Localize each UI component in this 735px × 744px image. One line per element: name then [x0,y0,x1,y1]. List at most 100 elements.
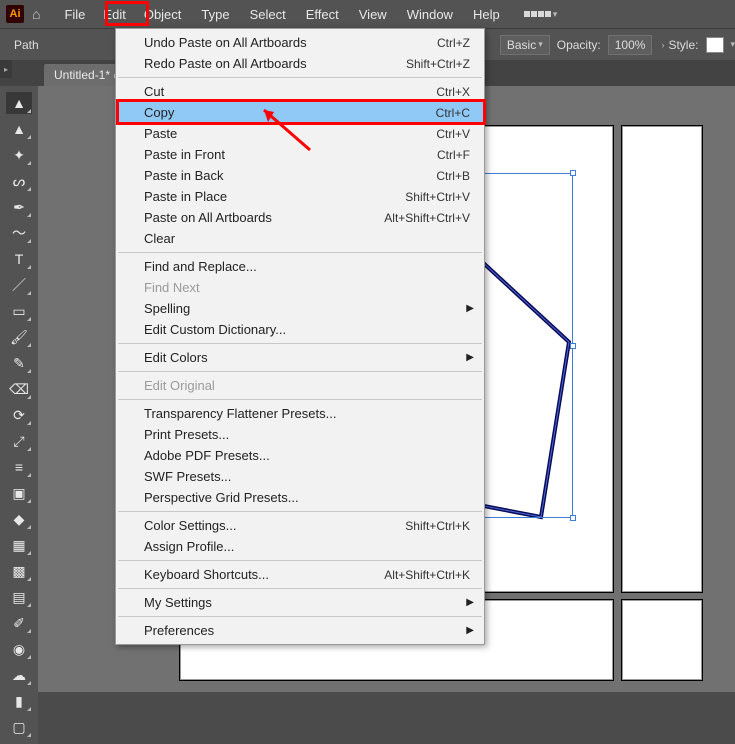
type-tool[interactable]: T [6,248,32,270]
width-tool[interactable]: ≡ [6,456,32,478]
menu-item-my-settings[interactable]: My Settings▶ [116,592,484,613]
menu-item-color-settings[interactable]: Color Settings...Shift+Ctrl+K [116,515,484,536]
selection-tool[interactable]: ▲ [6,92,32,114]
menu-view[interactable]: View [349,3,397,26]
menu-item-shortcut: Shift+Ctrl+Z [406,57,470,71]
rotate-tool[interactable]: ⟳ [6,404,32,426]
menu-item-shortcut: Ctrl+Z [437,36,470,50]
style-label: Style: [668,38,698,52]
menu-item-undo-paste-on-all-artboards[interactable]: Undo Paste on All ArtboardsCtrl+Z [116,32,484,53]
menu-item-find-and-replace[interactable]: Find and Replace... [116,256,484,277]
menu-item-redo-paste-on-all-artboards[interactable]: Redo Paste on All ArtboardsShift+Ctrl+Z [116,53,484,74]
menu-item-adobe-pdf-presets[interactable]: Adobe PDF Presets... [116,445,484,466]
menu-item-label: Paste in Front [144,147,437,162]
opacity-input[interactable]: 100% [608,35,653,55]
gradient-tool[interactable]: ▤ [6,586,32,608]
line-tool[interactable]: ／ [6,274,32,296]
brush-combo[interactable]: Basic▾ [500,35,550,55]
menu-item-clear[interactable]: Clear [116,228,484,249]
menu-separator [118,399,482,400]
menu-type[interactable]: Type [191,3,239,26]
submenu-arrow-icon: ▶ [466,352,474,363]
menu-item-shortcut: Ctrl+C [436,106,470,120]
paintbrush-tool[interactable]: 🖌 [6,326,32,348]
lasso-tool[interactable]: ᔕ [6,170,32,192]
menu-item-paste-in-front[interactable]: Paste in FrontCtrl+F [116,144,484,165]
edit-menu-dropdown: Undo Paste on All ArtboardsCtrl+ZRedo Pa… [115,28,485,645]
eraser-tool[interactable]: ⌫ [6,378,32,400]
menu-item-preferences[interactable]: Preferences▶ [116,620,484,641]
panel-expand-icon[interactable]: ▸ [0,60,12,78]
menu-item-edit-colors[interactable]: Edit Colors▶ [116,347,484,368]
submenu-arrow-icon: ▶ [466,625,474,636]
menu-item-copy[interactable]: CopyCtrl+C [116,102,484,123]
resize-handle[interactable] [570,343,576,349]
menu-item-label: Paste in Back [144,168,436,183]
submenu-arrow-icon: ▶ [466,597,474,608]
artboard[interactable] [622,600,702,680]
eyedropper-tool[interactable]: ✐ [6,612,32,634]
direct-selection-tool[interactable]: ▲ [6,118,32,140]
shaper-tool[interactable]: ✎ [6,352,32,374]
rectangle-tool[interactable]: ▭ [6,300,32,322]
scale-tool[interactable]: ⤢ [6,430,32,452]
menu-item-label: Find and Replace... [144,259,470,274]
menu-object[interactable]: Object [134,3,192,26]
menu-separator [118,343,482,344]
menu-item-label: Spelling [144,301,470,316]
menu-help[interactable]: Help [463,3,510,26]
artboard-tool[interactable]: ▢ [6,716,32,738]
artboard[interactable] [622,126,702,592]
menu-item-perspective-grid-presets[interactable]: Perspective Grid Presets... [116,487,484,508]
menu-effect[interactable]: Effect [296,3,349,26]
home-icon[interactable]: ⌂ [32,6,40,22]
menu-item-label: Undo Paste on All Artboards [144,35,437,50]
menu-edit[interactable]: Edit [95,3,133,26]
menu-separator [118,371,482,372]
menu-item-label: Preferences [144,623,470,638]
menu-item-label: SWF Presets... [144,469,470,484]
menu-item-print-presets[interactable]: Print Presets... [116,424,484,445]
menu-item-label: Keyboard Shortcuts... [144,567,384,582]
menu-item-spelling[interactable]: Spelling▶ [116,298,484,319]
curvature-tool[interactable]: ～ [6,222,32,244]
chevron-down-icon: ▾ [553,9,558,20]
menu-item-paste-in-back[interactable]: Paste in BackCtrl+B [116,165,484,186]
menu-item-transparency-flattener-presets[interactable]: Transparency Flattener Presets... [116,403,484,424]
menu-item-cut[interactable]: CutCtrl+X [116,81,484,102]
menu-item-edit-custom-dictionary[interactable]: Edit Custom Dictionary... [116,319,484,340]
menu-item-label: Edit Custom Dictionary... [144,322,470,337]
menu-item-label: Transparency Flattener Presets... [144,406,470,421]
chevron-down-icon: ▾ [730,39,735,50]
menu-file[interactable]: File [54,3,95,26]
menu-item-keyboard-shortcuts[interactable]: Keyboard Shortcuts...Alt+Shift+Ctrl+K [116,564,484,585]
menu-window[interactable]: Window [397,3,463,26]
menu-select[interactable]: Select [240,3,296,26]
free-transform-tool[interactable]: ▣ [6,482,32,504]
mesh-tool[interactable]: ▩ [6,560,32,582]
menu-item-shortcut: Ctrl+V [436,127,470,141]
perspective-tool[interactable]: ▦ [6,534,32,556]
style-swatch[interactable] [706,37,724,53]
menu-item-label: Copy [144,105,436,120]
menu-separator [118,616,482,617]
workspace-switcher-icon[interactable] [524,11,551,17]
opacity-flyout-icon[interactable]: › [661,40,664,50]
menu-item-shortcut: Alt+Shift+Ctrl+K [384,568,470,582]
menu-item-label: Edit Colors [144,350,470,365]
menu-item-paste-on-all-artboards[interactable]: Paste on All ArtboardsAlt+Shift+Ctrl+V [116,207,484,228]
menu-item-paste-in-place[interactable]: Paste in PlaceShift+Ctrl+V [116,186,484,207]
menu-item-paste[interactable]: PasteCtrl+V [116,123,484,144]
shape-builder-tool[interactable]: ◆ [6,508,32,530]
pen-tool[interactable]: ✒ [6,196,32,218]
graph-tool[interactable]: ▮ [6,690,32,712]
resize-handle[interactable] [570,515,576,521]
blend-tool[interactable]: ◉ [6,638,32,660]
magic-wand-tool[interactable]: ✦ [6,144,32,166]
resize-handle[interactable] [570,170,576,176]
menu-item-swf-presets[interactable]: SWF Presets... [116,466,484,487]
chevron-down-icon: ▾ [538,39,543,50]
menu-separator [118,588,482,589]
symbol-tool[interactable]: ☁ [6,664,32,686]
menu-item-assign-profile[interactable]: Assign Profile... [116,536,484,557]
